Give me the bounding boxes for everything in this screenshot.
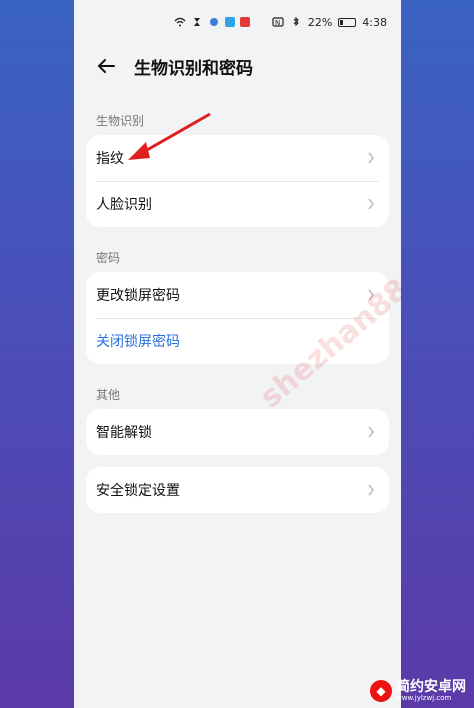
row-label: 关闭锁屏密码 (96, 334, 180, 350)
page-title: 生物识别和密码 (134, 58, 253, 79)
app-notification-icon (210, 18, 218, 26)
bluetooth-icon (293, 17, 299, 27)
biometrics-card: 指纹 人脸识别 (86, 135, 389, 227)
svg-text:N: N (275, 19, 280, 27)
battery-icon (338, 17, 357, 27)
row-label: 指纹 (96, 151, 124, 167)
smart-unlock-row[interactable]: 智能解锁 (86, 409, 389, 455)
status-icons-left (174, 17, 250, 27)
wifi-icon (174, 17, 186, 27)
row-label: 更改锁屏密码 (96, 288, 180, 304)
disable-lock-password-row[interactable]: 关闭锁屏密码 (86, 318, 389, 364)
back-arrow-icon[interactable] (96, 56, 116, 76)
smart-unlock-card: 智能解锁 (86, 409, 389, 455)
section-label-password: 密码 (96, 251, 121, 265)
android-logo-icon: ◆ (370, 680, 392, 702)
nfc-icon: N (272, 17, 284, 27)
app-notification-icon (225, 17, 235, 27)
change-lock-password-row[interactable]: 更改锁屏密码 (86, 272, 389, 318)
fingerprint-row[interactable]: 指纹 (86, 135, 389, 181)
chevron-right-icon (368, 289, 374, 301)
status-icons-right: N 22% 4:38 (272, 16, 387, 29)
security-lock-settings-row[interactable]: 安全锁定设置 (86, 467, 389, 513)
chevron-right-icon (368, 198, 374, 210)
chevron-right-icon (368, 484, 374, 496)
row-label: 人脸识别 (96, 197, 152, 213)
site-logo: ◆ 简约安卓网 www.jylzwj.com (370, 680, 466, 702)
battery-percent: 22% (307, 15, 333, 29)
hourglass-icon (194, 18, 200, 26)
section-label-biometrics: 生物识别 (96, 114, 145, 128)
status-bar: N 22% 4:38 (74, 0, 401, 44)
logo-url: www.jylzwj.com (396, 694, 452, 702)
clock: 4:38 (362, 15, 387, 29)
face-recognition-row[interactable]: 人脸识别 (86, 181, 389, 227)
logo-name: 简约安卓网 (396, 679, 466, 695)
page-header: 生物识别和密码 (74, 44, 401, 88)
row-label: 安全锁定设置 (96, 483, 180, 499)
section-label-other: 其他 (96, 388, 121, 402)
password-card: 更改锁屏密码 关闭锁屏密码 (86, 272, 389, 364)
security-lock-card: 安全锁定设置 (86, 467, 389, 513)
app-notification-icon (240, 17, 250, 27)
row-label: 智能解锁 (96, 425, 152, 441)
chevron-right-icon (368, 426, 374, 438)
chevron-right-icon (368, 152, 374, 164)
phone-screen: N 22% 4:38 生物识别和密码 生物识别 指纹 人脸识别 密码 更改锁屏密… (74, 0, 401, 708)
